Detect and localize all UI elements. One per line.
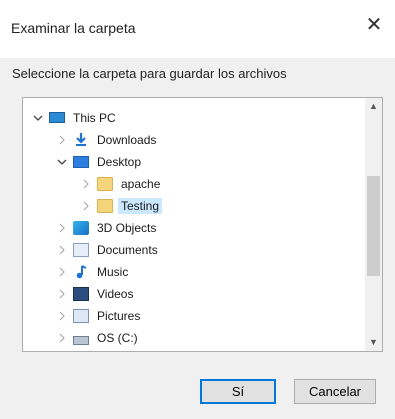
tree-item-os-c[interactable]: OS (C:) xyxy=(55,328,141,348)
documents-icon xyxy=(73,243,89,257)
chevron-right-icon[interactable] xyxy=(55,265,69,279)
browse-folder-dialog: Examinar la carpeta ✕ Seleccione la carp… xyxy=(0,0,395,419)
tree-item-label: Documents xyxy=(97,243,158,257)
chevron-right-icon[interactable] xyxy=(55,133,69,147)
tree-item-videos[interactable]: Videos xyxy=(55,284,136,304)
title-bar: Examinar la carpeta ✕ xyxy=(0,0,395,58)
folder-icon xyxy=(97,177,113,191)
computer-icon xyxy=(49,111,65,123)
desktop-icon xyxy=(73,156,89,168)
tree-item-label: Music xyxy=(97,265,129,279)
ok-button[interactable]: Sí xyxy=(200,379,276,404)
chevron-right-icon[interactable] xyxy=(55,331,69,345)
chevron-right-icon[interactable] xyxy=(55,243,69,257)
cancel-button[interactable]: Cancelar xyxy=(294,379,376,404)
tree-item-this-pc[interactable]: This PC xyxy=(31,108,119,128)
chevron-down-icon[interactable] xyxy=(55,155,69,169)
tree-item-label: Downloads xyxy=(97,133,157,147)
dialog-title: Examinar la carpeta xyxy=(11,20,136,36)
drive-icon xyxy=(73,335,89,345)
downloads-icon xyxy=(73,133,89,147)
tree-item-apache[interactable]: apache xyxy=(79,174,163,194)
chevron-right-icon[interactable] xyxy=(55,309,69,323)
music-icon xyxy=(73,265,89,279)
chevron-down-icon[interactable] xyxy=(31,111,45,125)
chevron-right-icon[interactable] xyxy=(79,177,93,191)
vertical-scrollbar[interactable]: ▲ ▼ xyxy=(365,98,382,351)
videos-icon xyxy=(73,287,89,301)
scroll-up-arrow-icon[interactable]: ▲ xyxy=(365,98,382,115)
3d-objects-icon xyxy=(73,221,89,235)
chevron-right-icon[interactable] xyxy=(55,287,69,301)
instruction-text: Seleccione la carpeta para guardar los a… xyxy=(12,66,287,81)
folder-icon xyxy=(97,199,113,213)
tree-item-documents[interactable]: Documents xyxy=(55,240,161,260)
close-icon[interactable]: ✕ xyxy=(363,14,385,36)
tree-item-label: OS (C:) xyxy=(97,331,138,345)
tree-item-music[interactable]: Music xyxy=(55,262,131,282)
tree-item-label: Desktop xyxy=(97,155,142,169)
chevron-right-icon[interactable] xyxy=(79,199,93,213)
tree-item-desktop[interactable]: Desktop xyxy=(55,152,144,172)
tree-item-downloads[interactable]: Downloads xyxy=(55,130,159,150)
tree-item-label: 3D Objects xyxy=(97,221,157,235)
tree-item-3d-objects[interactable]: 3D Objects xyxy=(55,218,159,238)
tree-item-label: This PC xyxy=(73,111,116,125)
pictures-icon xyxy=(73,309,89,323)
tree-item-label: Testing xyxy=(118,198,163,214)
chevron-right-icon[interactable] xyxy=(55,221,69,235)
tree-item-pictures[interactable]: Pictures xyxy=(55,306,143,326)
tree-item-label: Pictures xyxy=(97,309,141,323)
scrollbar-thumb[interactable] xyxy=(367,176,380,276)
folder-tree[interactable]: This PC Downloads Desktop apache Testing… xyxy=(22,97,383,352)
scroll-down-arrow-icon[interactable]: ▼ xyxy=(365,334,382,351)
tree-item-label: Videos xyxy=(97,287,134,301)
tree-item-label: apache xyxy=(121,177,161,191)
tree-item-testing[interactable]: Testing xyxy=(79,196,163,216)
